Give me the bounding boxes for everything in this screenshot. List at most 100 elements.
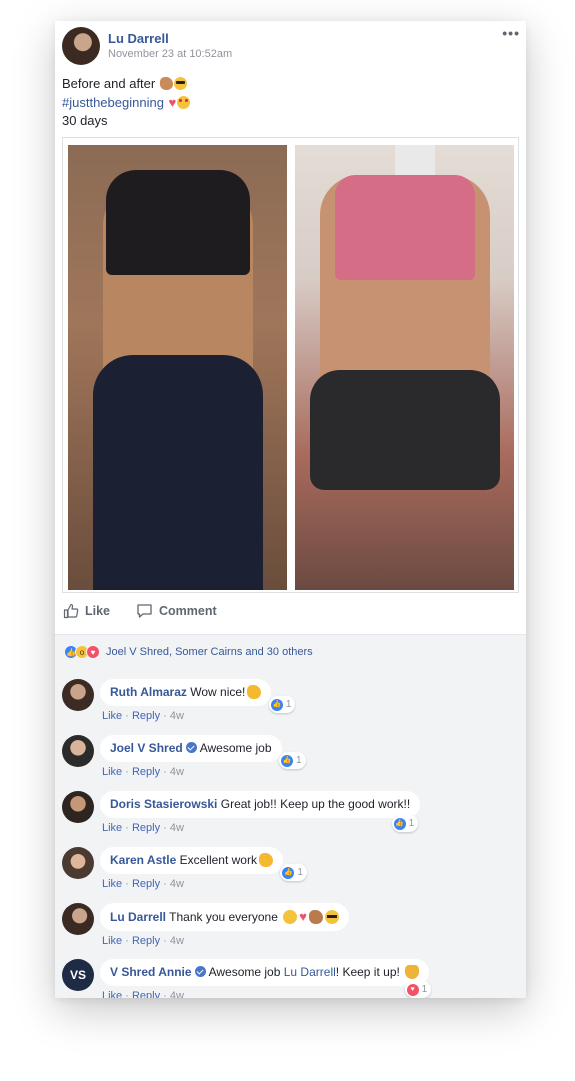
- reactions-summary[interactable]: 👍 o ♥ Joel V Shred, Somer Cairns and 30 …: [64, 645, 313, 659]
- meta-separator: ·: [160, 878, 170, 890]
- commenter-avatar[interactable]: [62, 847, 94, 879]
- comment-like-link[interactable]: Like: [102, 710, 122, 722]
- hashtag-link[interactable]: #justthebeginning: [62, 95, 164, 110]
- comment-meta: Like · Reply · 4w: [102, 878, 283, 890]
- comment-meta: Like · Reply · 4w: [102, 822, 420, 834]
- comment-bubble: Doris Stasierowski Great job!! Keep up t…: [100, 791, 421, 832]
- comment-body: Joel V Shred Awesome job 👍 1 Like · Reply …: [100, 735, 306, 778]
- after-photo[interactable]: [295, 145, 514, 590]
- meta-separator: ·: [122, 990, 132, 998]
- comment-text: Thank you everyone: [169, 910, 278, 924]
- reaction-count-value: 1: [297, 867, 303, 878]
- comment-text: Awesome job: [208, 965, 281, 979]
- comments-section: 👍 o ♥ Joel V Shred, Somer Cairns and 30 …: [55, 634, 526, 998]
- post-line-2: #justthebeginning ♥: [62, 94, 191, 113]
- comment-body: V Shred Annie Awesome job Lu Darrell! Kee…: [100, 959, 432, 998]
- comment-age[interactable]: 4w: [170, 990, 184, 998]
- comment-button[interactable]: Comment: [136, 603, 217, 619]
- commenter-name[interactable]: Karen Astle: [110, 853, 176, 867]
- comment-reaction-count[interactable]: 👍 1: [391, 815, 419, 832]
- comment-meta: Like · Reply · 4w: [102, 766, 282, 778]
- mention-link[interactable]: Lu Darrell: [284, 965, 336, 979]
- love-reaction-icon: ♥: [86, 645, 100, 659]
- comment-reaction-count[interactable]: 👍 1: [280, 864, 307, 881]
- comment: Ruth Almaraz Wow nice! 👍 1 Like · Reply ·…: [62, 679, 296, 722]
- commenter-name[interactable]: Doris Stasierowski: [110, 797, 217, 811]
- author-avatar[interactable]: [62, 27, 100, 65]
- comment-bubble: Ruth Almaraz Wow nice! 👍 1: [100, 679, 296, 713]
- verified-badge-icon: [194, 966, 206, 977]
- commenter-name[interactable]: Ruth Almaraz: [110, 685, 187, 699]
- comment-reaction-count[interactable]: 👍 1: [268, 696, 296, 713]
- comment-text: Great job!! Keep up the good work!!: [220, 797, 411, 811]
- comment-like-link[interactable]: Like: [102, 990, 122, 998]
- before-photo[interactable]: [68, 145, 287, 590]
- post-timestamp[interactable]: November 23 at 10:52am: [108, 47, 232, 62]
- meta-separator: ·: [122, 822, 132, 834]
- after-figure-shorts: [310, 370, 500, 490]
- comment-like-link[interactable]: Like: [102, 935, 122, 947]
- commenter-avatar[interactable]: [62, 735, 94, 767]
- sunglasses-emoji-icon: [324, 910, 339, 924]
- comment-meta: Like · Reply · 4w: [102, 710, 271, 722]
- heart-eyes-emoji-icon: [177, 95, 191, 109]
- author-block: Lu Darrell November 23 at 10:52am: [108, 30, 232, 62]
- after-figure-top: [335, 175, 475, 280]
- comment-text: Awesome job: [199, 741, 272, 755]
- comment-body: Lu Darrell Thank you everyone ♥ Like · R…: [100, 903, 349, 947]
- comment: Joel V Shred Awesome job 👍 1 Like · Reply …: [62, 735, 306, 778]
- before-figure-top: [106, 170, 250, 275]
- comment-meta: Like · Reply · 4w: [102, 935, 349, 947]
- post-header: Lu Darrell November 23 at 10:52am: [62, 27, 232, 65]
- commenter-avatar[interactable]: [62, 903, 94, 935]
- comment-bubble: Joel V Shred Awesome job 👍 1: [100, 735, 306, 769]
- comment-age[interactable]: 4w: [170, 935, 184, 947]
- comment-like-link[interactable]: Like: [102, 766, 122, 778]
- comment-age[interactable]: 4w: [170, 878, 184, 890]
- verified-badge-icon: [185, 742, 197, 753]
- commenter-name[interactable]: Lu Darrell: [110, 910, 166, 924]
- v-shred-logo-avatar[interactable]: VS: [62, 959, 94, 991]
- like-label: Like: [85, 604, 111, 618]
- comment-like-link[interactable]: Like: [102, 878, 122, 890]
- like-reaction-icon: 👍: [282, 866, 295, 879]
- comment-bubble: Lu Darrell Thank you everyone ♥: [100, 903, 349, 931]
- reaction-count-value: 1: [421, 984, 428, 995]
- comment-body: Ruth Almaraz Wow nice! 👍 1 Like · Reply ·…: [100, 679, 296, 722]
- like-button[interactable]: Like: [63, 603, 110, 619]
- comment-reply-link[interactable]: Reply: [132, 766, 160, 778]
- reactions-names[interactable]: Joel V Shred, Somer Cairns and 30 others: [106, 646, 313, 658]
- commenter-name[interactable]: Joel V Shred: [110, 741, 183, 755]
- reaction-count-value: 1: [408, 818, 415, 829]
- post-line-1-text: Before and after: [62, 76, 156, 91]
- comment-reaction-count[interactable]: ♥ 1: [404, 981, 432, 998]
- meta-separator: ·: [122, 878, 132, 890]
- post-text: Before and after #justthebeginning ♥ 30 …: [62, 75, 191, 131]
- comment-like-link[interactable]: Like: [102, 822, 122, 834]
- comment-reply-link[interactable]: Reply: [132, 878, 160, 890]
- comment-icon: [137, 604, 152, 618]
- meta-separator: ·: [160, 990, 170, 998]
- comment-reply-link[interactable]: Reply: [132, 710, 160, 722]
- heart-emoji-icon: ♥: [168, 94, 177, 110]
- love-reaction-icon: ♥: [406, 983, 419, 996]
- before-figure-pants: [93, 355, 263, 590]
- photo-collage[interactable]: [62, 137, 519, 593]
- comment-reply-link[interactable]: Reply: [132, 935, 160, 947]
- commenter-avatar[interactable]: [62, 791, 94, 823]
- flexed-biceps-emoji-icon: [247, 685, 262, 699]
- comment-age[interactable]: 4w: [170, 822, 184, 834]
- comment-reaction-count[interactable]: 👍 1: [278, 752, 306, 769]
- author-name[interactable]: Lu Darrell: [108, 30, 232, 47]
- comment-age[interactable]: 4w: [170, 710, 184, 722]
- comment-bubble: Karen Astle Excellent work 👍 1: [100, 847, 307, 881]
- comment: Lu Darrell Thank you everyone ♥ Like · R…: [62, 903, 349, 947]
- comment-age[interactable]: 4w: [170, 766, 184, 778]
- meta-separator: ·: [122, 766, 132, 778]
- commenter-avatar[interactable]: [62, 679, 94, 711]
- comment-reply-link[interactable]: Reply: [132, 990, 160, 998]
- comment-text: Wow nice!: [190, 685, 246, 699]
- commenter-name[interactable]: V Shred Annie: [110, 965, 192, 979]
- more-options-icon[interactable]: •••: [502, 25, 520, 41]
- comment-reply-link[interactable]: Reply: [132, 822, 160, 834]
